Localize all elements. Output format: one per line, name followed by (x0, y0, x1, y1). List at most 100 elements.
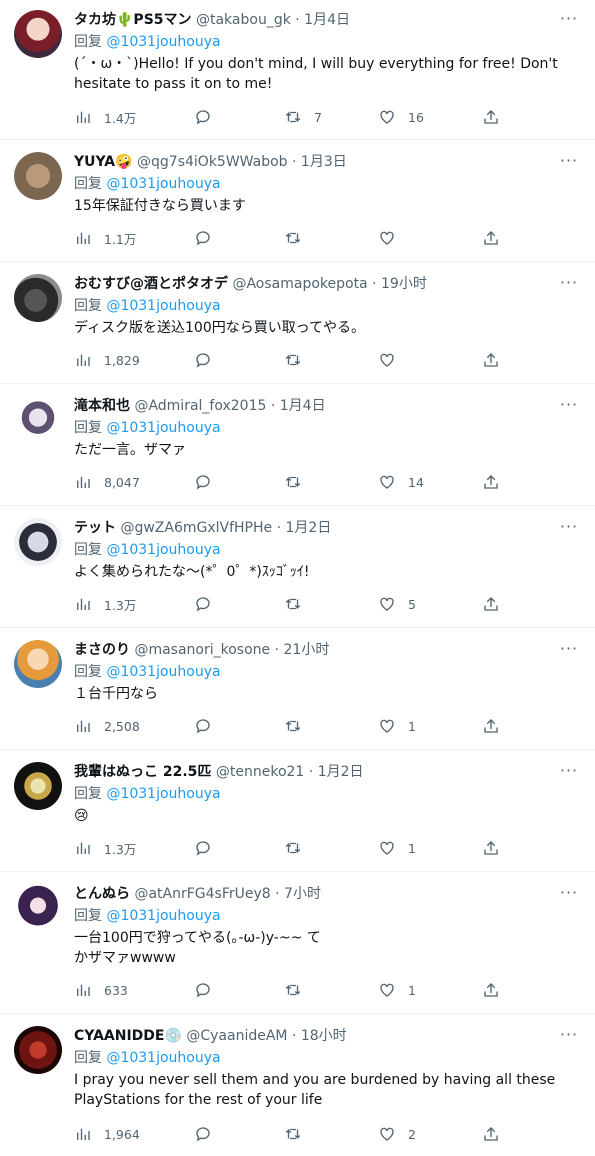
mention-link[interactable]: @1031jouhouya (106, 176, 220, 192)
like-button[interactable]: 2 (378, 1124, 416, 1144)
like-button[interactable] (378, 228, 408, 248)
reply-tweet[interactable]: ··· おむすび@酒とポタオデ @Aosamapokepota · 19小时 回… (0, 262, 595, 384)
mention-link[interactable]: @1031jouhouya (106, 298, 220, 314)
retweet-button[interactable] (284, 716, 314, 736)
reply-button[interactable] (194, 350, 212, 370)
avatar[interactable] (14, 884, 62, 932)
display-name[interactable]: CYAANIDDE💿 (74, 1028, 182, 1044)
reply-tweet[interactable]: ··· とんぬら @atAnrFG4sFrUey8 · 7小时 回复 @1031… (0, 872, 595, 1014)
timestamp[interactable]: 1月2日 (286, 520, 332, 536)
mention-link[interactable]: @1031jouhouya (106, 786, 220, 802)
avatar[interactable] (14, 640, 62, 688)
avatar[interactable] (14, 396, 62, 444)
display-name[interactable]: YUYA🤪 (74, 154, 133, 170)
user-handle[interactable]: @Aosamapokepota (232, 276, 367, 292)
share-button[interactable] (482, 594, 500, 614)
avatar[interactable] (14, 152, 62, 200)
views-button[interactable]: 1,964 (74, 1124, 140, 1144)
share-button[interactable] (482, 838, 500, 858)
mention-link[interactable]: @1031jouhouya (106, 664, 220, 680)
reply-button[interactable] (194, 107, 212, 127)
display-name[interactable]: タカ坊🌵PS5マン (74, 12, 192, 28)
avatar[interactable] (14, 1026, 62, 1074)
display-name[interactable]: 我輩はぬっこ 22.5匹 (74, 764, 211, 780)
reply-tweet[interactable]: ··· YUYA🤪 @qg7s4iOk5WWabob · 1月3日 回复 @10… (0, 140, 595, 262)
like-button[interactable]: 16 (378, 107, 424, 127)
avatar[interactable] (14, 274, 62, 322)
share-button[interactable] (482, 716, 500, 736)
views-button[interactable]: 1.1万 (74, 228, 136, 248)
views-button[interactable]: 1.3万 (74, 838, 136, 858)
reply-button[interactable] (194, 472, 212, 492)
like-button[interactable]: 5 (378, 594, 416, 614)
like-button[interactable] (378, 350, 408, 370)
views-button[interactable]: 1.4万 (74, 107, 136, 127)
reply-button[interactable] (194, 838, 212, 858)
mention-link[interactable]: @1031jouhouya (106, 420, 220, 436)
reply-button[interactable] (194, 1124, 212, 1144)
timestamp[interactable]: 19小时 (381, 276, 427, 292)
display-name[interactable]: 滝本和也 (74, 398, 130, 414)
share-button[interactable] (482, 350, 500, 370)
avatar[interactable] (14, 10, 62, 58)
timestamp[interactable]: 1月3日 (301, 154, 347, 170)
mention-link[interactable]: @1031jouhouya (106, 1050, 220, 1066)
like-button[interactable]: 1 (378, 838, 416, 858)
retweet-button[interactable] (284, 472, 314, 492)
user-handle[interactable]: @atAnrFG4sFrUey8 (134, 886, 270, 902)
avatar[interactable] (14, 518, 62, 566)
retweet-button[interactable] (284, 350, 314, 370)
like-button[interactable]: 14 (378, 472, 424, 492)
share-button[interactable] (482, 1124, 500, 1144)
views-button[interactable]: 633 (74, 980, 128, 1000)
timestamp[interactable]: 21小时 (284, 642, 330, 658)
share-button[interactable] (482, 228, 500, 248)
user-handle[interactable]: @CyaanideAM (186, 1028, 287, 1044)
display-name[interactable]: とんぬら (74, 886, 130, 902)
share-button[interactable] (482, 472, 500, 492)
timestamp[interactable]: 1月4日 (304, 12, 350, 28)
timestamp[interactable]: 1月4日 (280, 398, 326, 414)
user-handle[interactable]: @tenneko21 (216, 764, 304, 780)
reply-tweet[interactable]: ··· CYAANIDDE💿 @CyaanideAM · 18小时 回复 @10… (0, 1014, 595, 1156)
timestamp[interactable]: 1月2日 (318, 764, 364, 780)
share-button[interactable] (482, 107, 500, 127)
user-handle[interactable]: @qg7s4iOk5WWabob (137, 154, 288, 170)
views-button[interactable]: 1.3万 (74, 594, 136, 614)
display-name[interactable]: おむすび@酒とポタオデ (74, 276, 228, 292)
mention-link[interactable]: @1031jouhouya (106, 34, 220, 50)
like-button[interactable]: 1 (378, 716, 416, 736)
views-button[interactable]: 8,047 (74, 472, 140, 492)
like-button[interactable]: 1 (378, 980, 416, 1000)
user-handle[interactable]: @takabou_gk (196, 12, 291, 28)
reply-tweet[interactable]: ··· テット @gwZA6mGxlVfHPHe · 1月2日 回复 @1031… (0, 506, 595, 628)
retweet-icon (285, 984, 301, 996)
reply-tweet[interactable]: ··· タカ坊🌵PS5マン @takabou_gk · 1月4日 回复 @103… (0, 0, 595, 140)
reply-tweet[interactable]: ··· 滝本和也 @Admiral_fox2015 · 1月4日 回复 @103… (0, 384, 595, 506)
retweet-button[interactable]: 7 (284, 107, 322, 127)
retweet-button[interactable] (284, 594, 314, 614)
retweet-button[interactable] (284, 1124, 314, 1144)
timestamp[interactable]: 18小时 (301, 1028, 347, 1044)
views-button[interactable]: 1,829 (74, 350, 140, 370)
reply-button[interactable] (194, 594, 212, 614)
reply-button[interactable] (194, 980, 212, 1000)
user-handle[interactable]: @masanori_kosone (134, 642, 270, 658)
mention-link[interactable]: @1031jouhouya (106, 542, 220, 558)
avatar[interactable] (14, 762, 62, 810)
reply-button[interactable] (194, 228, 212, 248)
reply-tweet[interactable]: ··· まさのり @masanori_kosone · 21小时 回复 @103… (0, 628, 595, 750)
display-name[interactable]: まさのり (74, 642, 130, 658)
user-handle[interactable]: @Admiral_fox2015 (134, 398, 266, 414)
user-handle[interactable]: @gwZA6mGxlVfHPHe (120, 520, 272, 536)
retweet-button[interactable] (284, 980, 314, 1000)
views-button[interactable]: 2,508 (74, 716, 140, 736)
display-name[interactable]: テット (74, 520, 116, 536)
retweet-button[interactable] (284, 228, 314, 248)
mention-link[interactable]: @1031jouhouya (106, 908, 220, 924)
share-button[interactable] (482, 980, 500, 1000)
reply-tweet[interactable]: ··· 我輩はぬっこ 22.5匹 @tenneko21 · 1月2日 回复 @1… (0, 750, 595, 872)
timestamp[interactable]: 7小时 (284, 886, 321, 902)
retweet-button[interactable] (284, 838, 314, 858)
reply-button[interactable] (194, 716, 212, 736)
